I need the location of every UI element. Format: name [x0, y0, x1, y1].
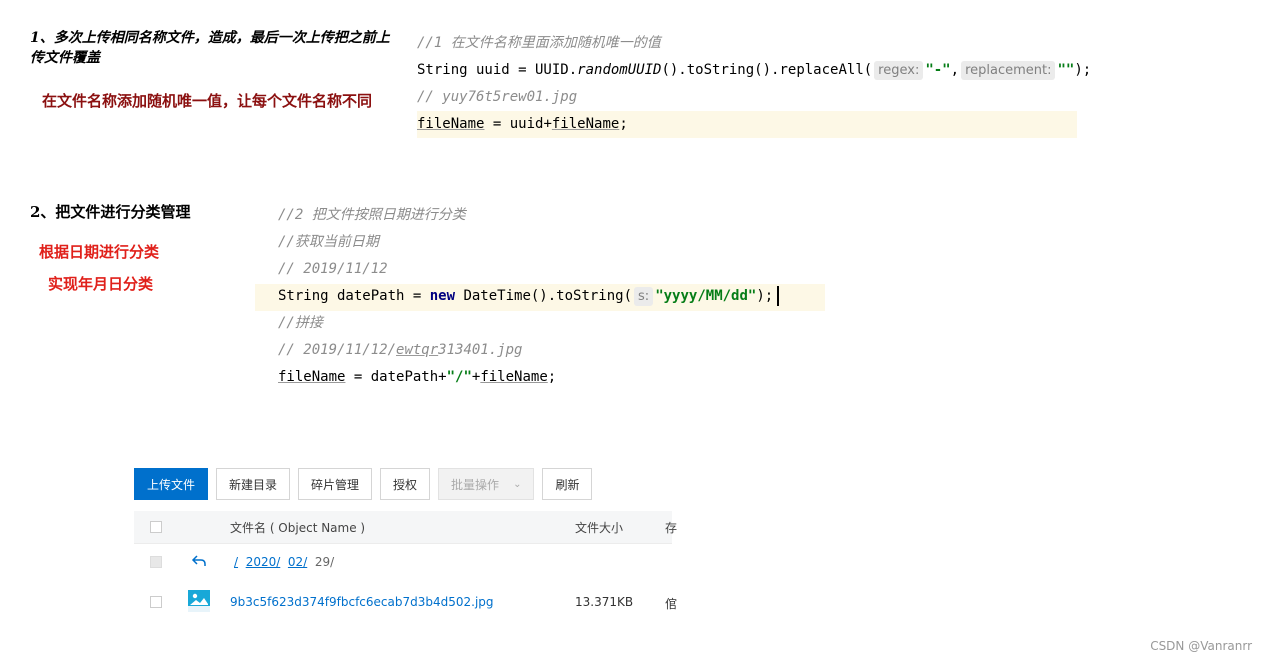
code1-random-uuid: randomUUID [577, 62, 662, 78]
code2-line-4: String datePath = new DateTime().toStrin… [278, 283, 780, 310]
code2-comment5-underlined: ewtqr [396, 342, 439, 358]
code1-replaceall: ().toString().replaceAll( [661, 62, 873, 78]
param-hint-s: s: [634, 287, 654, 306]
select-all-checkbox[interactable] [150, 521, 162, 533]
code2-tostring: DateTime().toString( [455, 288, 633, 304]
code1-line-1: //1 在文件名称里面添加随机唯一的值 [417, 30, 1091, 57]
code1-uuid-decl: String uuid = UUID. [417, 62, 578, 78]
code1-assign: = uuid+ [484, 116, 552, 132]
code1-line-3: // yuy76t5rew01.jpg [417, 84, 1091, 111]
code2-line-1: //2 把文件按照日期进行分类 [278, 202, 779, 229]
section2-note-1: 根据日期进行分类 [39, 243, 160, 261]
code2-comment-2: //获取当前日期 [278, 234, 379, 250]
code2-field-filename-2: fileName [480, 369, 548, 385]
code2-comment-1: //2 把文件按照日期进行分类 [278, 207, 466, 223]
back-arrow-icon[interactable] [191, 552, 207, 572]
watermark: CSDN @Vanranrr [1150, 639, 1252, 653]
breadcrumb-day: 29/ [314, 555, 335, 569]
code2-semicolon: ; [547, 369, 557, 385]
code2-line-3: // 2019/11/12 [278, 256, 779, 283]
param-hint-regex: regex: [874, 61, 924, 80]
column-header-size[interactable]: 文件大小 [575, 519, 623, 536]
section1-note: 在文件名称添加随机唯一值，让每个文件名称不同 [42, 92, 373, 110]
code1-field-filename-2: fileName [551, 116, 620, 132]
code1-comma: , [950, 62, 960, 78]
file-size: 13.371KB [575, 595, 634, 609]
batch-operations-label: 批量操作 [451, 477, 500, 492]
code1-str-dash: "-" [925, 62, 951, 78]
code2-line-6: // 2019/11/12/ewtqr313401.jpg [278, 337, 779, 364]
section2-heading: 2、把文件进行分类管理 [30, 203, 191, 221]
authorize-button[interactable]: 授权 [380, 468, 431, 500]
param-hint-replacement: replacement: [961, 61, 1056, 80]
code1-semicolon: ; [619, 116, 628, 132]
code1-comment-1: //1 在文件名称里面添加随机唯一的值 [417, 35, 661, 51]
column-header-name[interactable]: 文件名 ( Object Name ) [230, 519, 365, 536]
chevron-down-icon: ⌄ [513, 478, 522, 490]
code2-kw-new: new [429, 288, 456, 304]
code1-comment-2: // yuy76t5rew01.jpg [417, 89, 578, 105]
fragment-management-button[interactable]: 碎片管理 [298, 468, 373, 500]
column-header-storage: 存 [665, 521, 678, 535]
breadcrumb-root[interactable]: / [234, 555, 238, 569]
code1-line2-end: ); [1074, 62, 1092, 78]
code2-str-format: "yyyy/MM/dd" [655, 288, 757, 304]
code2-line-5: //拼接 [278, 310, 779, 337]
code2-comment-3: // 2019/11/12 [278, 261, 388, 277]
section1-heading: 1、多次上传相同名称文件，造成，最后一次上传把之前上传文件覆盖 [30, 30, 390, 66]
code2-assign: = datePath+ [345, 369, 447, 385]
upload-file-button[interactable]: 上传文件 [134, 468, 208, 500]
file-name-link[interactable]: 9b3c5f623d374f9fbcfc6ecab7d3b4d502.jpg [230, 595, 494, 609]
table-divider [134, 543, 672, 544]
breadcrumb-month[interactable]: 02/ [288, 555, 307, 569]
code-block-2: //2 把文件按照日期进行分类 //获取当前日期 // 2019/11/12 S… [278, 202, 780, 391]
code1-str-empty: "" [1057, 62, 1075, 78]
refresh-button[interactable]: 刷新 [542, 468, 593, 500]
code2-line4-end: ); [756, 288, 774, 304]
code2-comment-4: //拼接 [278, 315, 323, 331]
batch-operations-dropdown[interactable]: 批量操作 ⌄ [438, 468, 535, 500]
code1-line-4: fileName = uuid+fileName; [417, 111, 1077, 138]
code2-comment5-prefix: // 2019/11/12/ [278, 342, 397, 358]
section2-note-2: 实现年月日分类 [48, 275, 154, 293]
code1-field-filename: fileName [417, 116, 485, 132]
row-checkbox-disabled [150, 556, 162, 568]
code1-line-2: String uuid = UUID.randomUUID().toString… [417, 57, 1091, 84]
code2-field-filename: fileName [278, 369, 346, 385]
code2-comment-5: // 2019/11/12/ewtqr313401.jpg [278, 342, 522, 358]
oss-toolbar: 上传文件 新建目录 碎片管理 授权 批量操作 ⌄ 刷新 [134, 468, 593, 500]
file-table-header: 文件名 ( Object Name ) 文件大小 存 [134, 511, 677, 543]
code2-datepath-decl: String datePath = [278, 288, 430, 304]
code2-comment5-end: 313401.jpg [438, 342, 523, 358]
code2-line-2: //获取当前日期 [278, 229, 779, 256]
code2-str-slash: "/" [446, 369, 472, 385]
file-storage-class: 倌 [665, 597, 678, 611]
code-block-1: //1 在文件名称里面添加随机唯一的值 String uuid = UUID.r… [417, 30, 1091, 138]
new-directory-button[interactable]: 新建目录 [216, 468, 291, 500]
image-file-icon [188, 590, 210, 616]
text-caret [777, 286, 780, 306]
file-row-checkbox[interactable] [150, 596, 162, 608]
breadcrumb-path: / 2020/ 02/ 29/ [234, 555, 334, 569]
code2-line-7: fileName = datePath+"/"+fileName; [278, 364, 779, 391]
breadcrumb-year[interactable]: 2020/ [246, 555, 281, 569]
